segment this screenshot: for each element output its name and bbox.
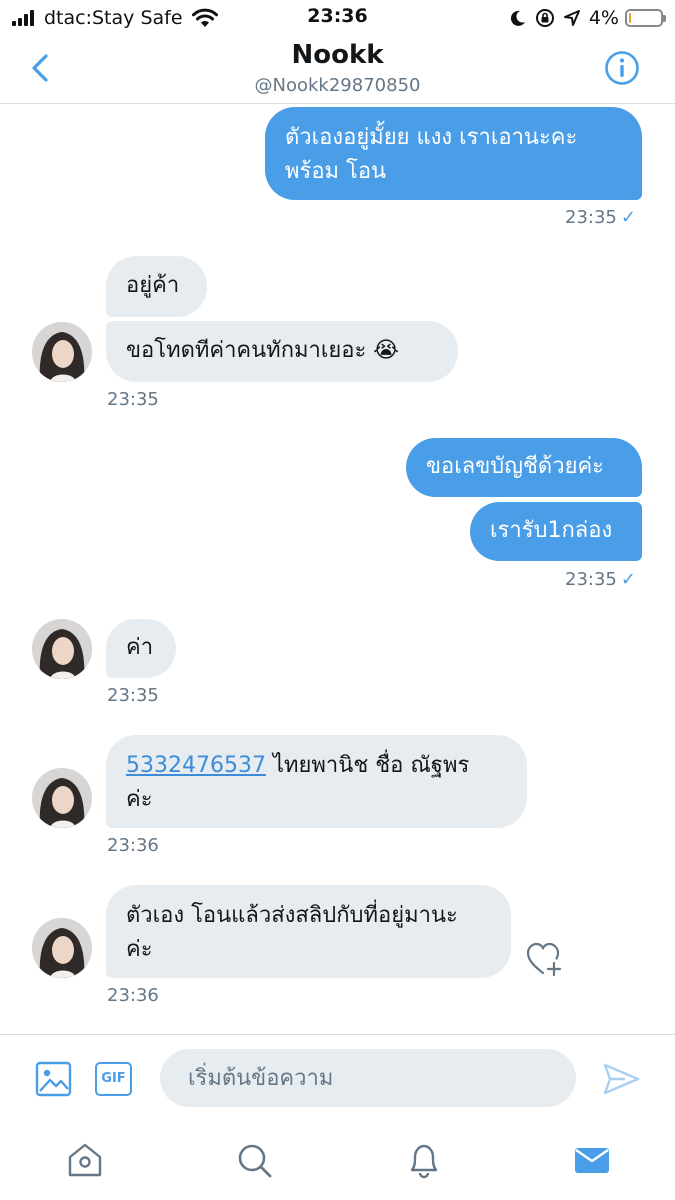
read-check-icon: ✓ bbox=[620, 569, 636, 590]
message-timestamp: 23:36 bbox=[107, 835, 159, 856]
location-icon bbox=[563, 10, 580, 26]
avatar-image bbox=[32, 322, 92, 382]
timestamp-text: 23:35 bbox=[565, 569, 617, 590]
message-bubble-received[interactable]: ขอโทดทีค่าคนทักมาเยอะ 😭 bbox=[106, 321, 458, 382]
avatar-image bbox=[32, 918, 92, 978]
timestamp-text: 23:35 bbox=[565, 207, 617, 228]
message-bubble-sent[interactable]: ขอเลขบัญชีด้วยค่ะ bbox=[406, 438, 642, 497]
gif-button[interactable]: GIF bbox=[95, 1062, 132, 1096]
message-bubble-sent[interactable]: ตัวเองอยู่มั้ยย แงง เราเอานะคะ พร้อม โอน bbox=[265, 107, 642, 200]
avatar[interactable] bbox=[32, 768, 92, 828]
message-bubble-received[interactable]: 5332476537 ไทยพานิช ชื่อ ณัฐพร ค่ะ bbox=[106, 735, 527, 828]
message-line: 5332476537 ไทยพานิช ชื่อ ณัฐพร bbox=[126, 749, 507, 783]
send-icon[interactable] bbox=[600, 1059, 642, 1099]
bell-icon[interactable] bbox=[404, 1140, 444, 1180]
heart-plus-icon[interactable] bbox=[524, 940, 566, 978]
message-timestamp: 23:35 ✓ bbox=[565, 207, 636, 228]
image-icon[interactable] bbox=[34, 1059, 74, 1099]
conversation-header: Nookk @Nookk29870850 bbox=[0, 36, 675, 104]
tab-bar bbox=[0, 1122, 675, 1200]
message-line: ค่ะ bbox=[126, 937, 153, 962]
message-line: ขอเลขบัญชีด้วยค่ะ bbox=[426, 454, 604, 479]
search-icon[interactable] bbox=[234, 1140, 274, 1180]
message-bubble-received[interactable]: ตัวเอง โอนแล้วส่งสลิปกับที่อยู่มานะ ค่ะ bbox=[106, 885, 511, 978]
message-line: เรารับ1กล่อง bbox=[490, 518, 613, 543]
avatar[interactable] bbox=[32, 619, 92, 679]
message-bubble-sent[interactable]: เรารับ1กล่อง bbox=[470, 502, 642, 561]
message-timestamp: 23:35 bbox=[107, 685, 159, 706]
message-line: ค่ะ bbox=[126, 787, 153, 812]
account-number-link[interactable]: 5332476537 bbox=[126, 753, 266, 778]
home-icon[interactable] bbox=[65, 1140, 105, 1180]
message-input[interactable] bbox=[160, 1049, 576, 1107]
moon-icon bbox=[510, 10, 525, 26]
mail-icon[interactable] bbox=[572, 1140, 612, 1180]
battery-fill bbox=[629, 13, 631, 23]
avatar[interactable] bbox=[32, 918, 92, 978]
message-timestamp: 23:35 bbox=[107, 389, 159, 410]
conversation-name[interactable]: Nookk bbox=[0, 40, 675, 70]
message-line: พร้อม โอน bbox=[285, 159, 387, 184]
conversation-handle[interactable]: @Nookk29870850 bbox=[0, 75, 675, 96]
battery-percent: 4% bbox=[588, 7, 619, 29]
message-line: ตัวเองอยู่มั้ยย แงง เราเอานะคะ bbox=[285, 125, 578, 150]
message-bubble-received[interactable]: อยู่ค้า bbox=[106, 256, 207, 317]
read-check-icon: ✓ bbox=[620, 207, 636, 228]
status-right: 4% bbox=[501, 6, 666, 30]
rotation-lock-icon bbox=[535, 9, 554, 27]
message-bubble-received[interactable]: ค่า bbox=[106, 619, 176, 678]
avatar[interactable] bbox=[32, 322, 92, 382]
message-text: ไทยพานิช ชื่อ ณัฐพร bbox=[265, 753, 470, 778]
message-timestamp: 23:35 ✓ bbox=[565, 569, 636, 590]
info-icon[interactable] bbox=[604, 50, 640, 86]
battery-icon bbox=[625, 9, 666, 27]
status-bar: dtac:Stay Safe 23:36 4% bbox=[0, 0, 675, 36]
message-timestamp: 23:36 bbox=[107, 985, 159, 1006]
message-line: ขอโทดทีค่าคนทักมาเยอะ 😭 bbox=[126, 338, 400, 363]
message-line: ตัวเอง โอนแล้วส่งสลิปกับที่อยู่มานะ bbox=[126, 903, 458, 928]
message-composer: GIF bbox=[0, 1034, 675, 1122]
avatar-image bbox=[32, 619, 92, 679]
avatar-image bbox=[32, 768, 92, 828]
message-line: ค่า bbox=[126, 635, 154, 660]
message-line: อยู่ค้า bbox=[126, 273, 180, 298]
